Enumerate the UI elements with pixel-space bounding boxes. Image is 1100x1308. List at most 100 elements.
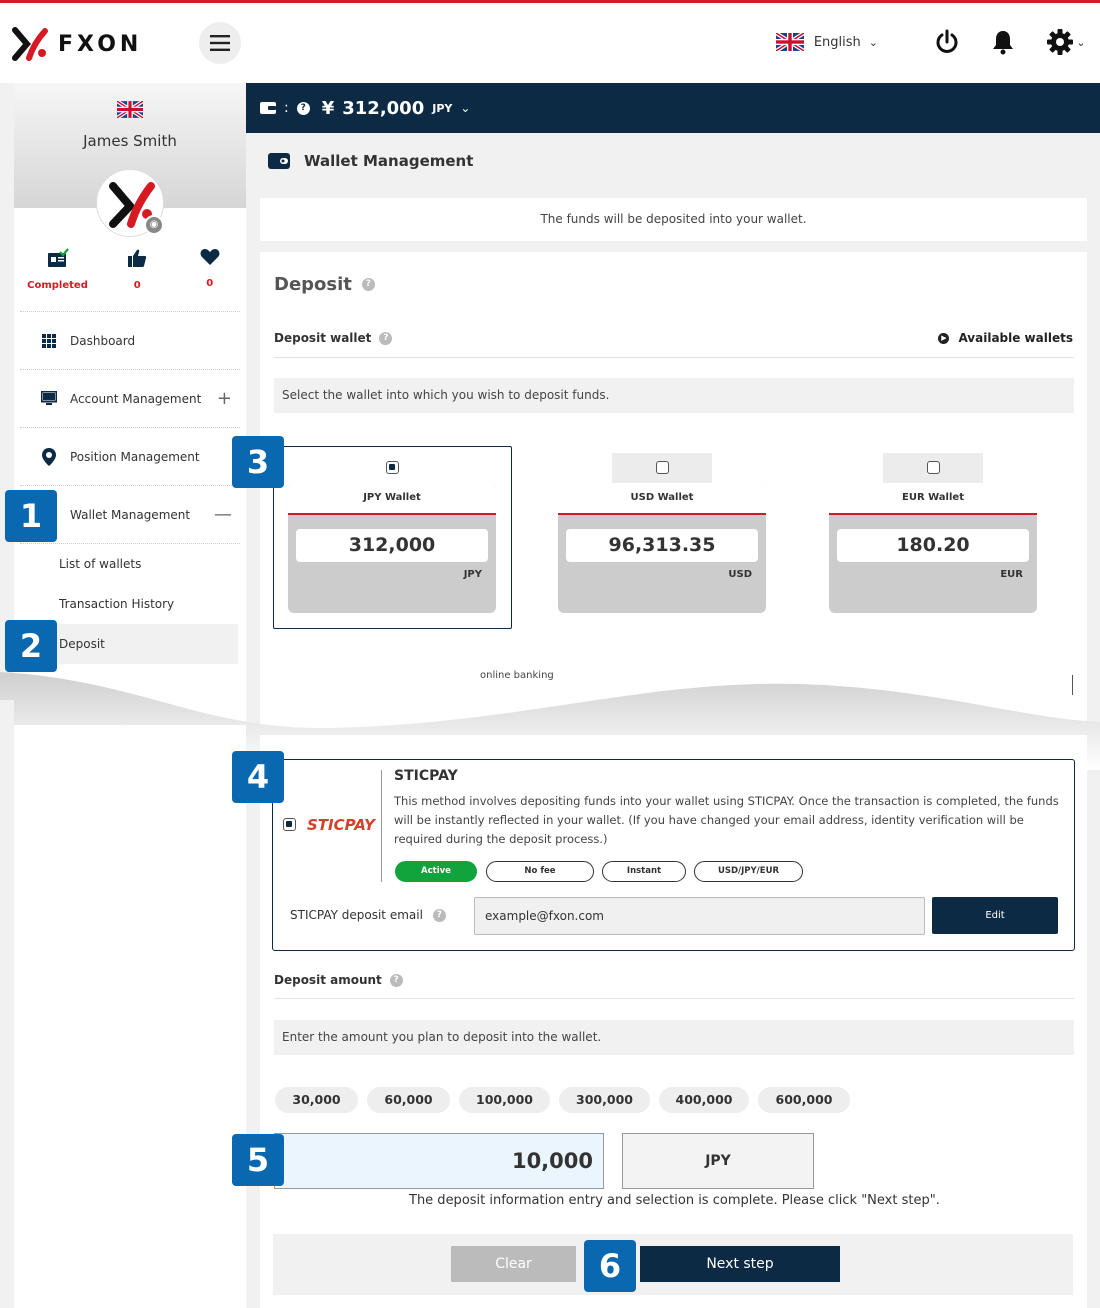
wallet-hint: Select the wallet into which you wish to… [274,378,1074,413]
usd-wallet-radio[interactable] [656,461,669,474]
help-icon[interactable]: ? [361,278,375,291]
heart-icon [200,249,220,265]
next-step-button[interactable]: Next step [640,1246,840,1282]
notifications-button[interactable] [988,27,1018,57]
usd-wallet-card[interactable]: USD Wallet 96,313.35 USD [558,483,766,613]
logo-text: FXON [58,31,143,57]
page-title-text: Wallet Management [304,152,474,170]
sidebar-lower [14,725,246,1308]
sidebar-item-label: Position Management [70,449,200,464]
clear-button[interactable]: Clear [451,1246,576,1282]
page-gutter [0,700,14,1308]
preset-amount-chip[interactable]: 30,000 [275,1087,358,1113]
status-badge: Active [395,861,477,882]
camera-icon[interactable]: ◉ [144,215,164,235]
wallet-balance: 96,313.35 [566,529,758,562]
sidebar-item-list-of-wallets[interactable]: List of wallets [22,544,238,584]
uk-flag-icon [775,33,804,51]
speed-badge: Instant [602,861,686,882]
available-wallets-link[interactable]: ▶ Available wallets [938,331,1073,345]
sidebar-item-account-management[interactable]: Account Management + [20,369,240,427]
chevron-down-icon: ⌄ [460,101,471,115]
help-icon[interactable]: ? [379,331,393,345]
stat-favorites[interactable]: 0 [174,248,247,291]
deposit-wallet-label: Deposit wallet ? [274,331,393,345]
section-label-text: Deposit amount [274,973,382,987]
step-badge-6: 6 [584,1240,636,1292]
stat-likes[interactable]: 0 [101,248,174,291]
stat-label: 0 [206,278,214,289]
wallet-name: EUR Wallet [829,483,1037,515]
wallet-name: JPY Wallet [288,483,496,515]
help-icon[interactable]: ? [432,908,446,922]
sidebar-item-label: Wallet Management [70,507,191,522]
jpy-wallet-radio[interactable] [386,461,399,474]
deposit-notice: The funds will be deposited into your wa… [260,198,1087,241]
location-pin-icon [40,447,58,466]
divider [274,998,1074,999]
sticpay-method-card[interactable]: STICPAY STICPAY This method involves dep… [272,759,1075,951]
settings-button[interactable]: ⌄ [1044,27,1088,57]
email-label: STICPAY deposit email ? [290,908,446,922]
collapse-toggle[interactable]: — [214,504,232,525]
step-badge-1: 1 [5,490,57,542]
page-title: Wallet Management [268,152,473,170]
edit-email-button[interactable]: Edit [932,897,1058,934]
gear-icon [1047,29,1074,55]
sidebar-item-transaction-history[interactable]: Transaction History [22,584,238,624]
top-bar: FXON English ⌄ ⌄ [0,0,1100,83]
stat-label: 0 [133,280,141,291]
id-card-check-icon [47,248,69,267]
fxon-logo[interactable]: FXON [12,27,142,61]
wallet-currency: USD [728,569,752,580]
fxon-logo-mark [12,27,48,61]
sticpay-radio[interactable] [283,818,296,831]
step-badge-5: 5 [232,1134,284,1186]
chevron-down-icon: ⌄ [1076,35,1086,49]
wallet-currency: JPY [463,569,482,580]
deposit-amount-input[interactable]: 10,000 [274,1133,604,1189]
hamburger-icon [210,35,230,51]
section-label-text: Deposit wallet [274,331,372,345]
amount-hint: Enter the amount you plan to deposit int… [274,1020,1074,1055]
step-badge-3: 3 [232,436,284,488]
preset-amount-chip[interactable]: 300,000 [559,1087,650,1113]
stat-label: Completed [27,280,88,291]
method-description: This method involves depositing funds in… [394,794,1059,846]
separator: : [284,100,289,116]
step-badge-4: 4 [232,751,284,803]
completion-message: The deposit information entry and select… [409,1193,940,1208]
deposit-heading: Deposit ? [274,274,375,295]
hamburger-menu-button[interactable] [199,22,241,64]
language-selector[interactable]: English ⌄ [775,33,878,51]
jpy-wallet-card[interactable]: JPY Wallet 312,000 JPY [288,483,496,613]
sticpay-email-field[interactable]: example@fxon.com [474,897,925,935]
wallet-currency: EUR [1000,569,1023,580]
preset-amount-chip[interactable]: 100,000 [459,1087,550,1113]
wallet-balance: 312,000 [296,529,488,562]
wallet-balance-bar[interactable]: : ? ¥ 312,000 JPY ⌄ [246,83,1100,133]
grid-icon [40,333,58,348]
uk-flag-icon [117,101,143,118]
power-button[interactable] [932,27,962,57]
balance-currency: JPY [432,101,453,115]
sidebar-item-position-management[interactable]: Position Management [20,427,240,485]
help-icon[interactable]: ? [389,973,403,987]
expand-toggle[interactable]: + [217,388,232,409]
thumbs-up-icon [128,249,147,267]
divider [274,357,1074,358]
power-icon [936,29,958,53]
available-wallets-text: Available wallets [958,331,1073,345]
balance-amount: 312,000 [342,97,425,119]
language-label: English [813,34,861,50]
sidebar-item-label: Account Management [70,391,202,406]
eur-wallet-card[interactable]: EUR Wallet 180.20 EUR [829,483,1037,613]
preset-amount-chip[interactable]: 600,000 [758,1087,850,1113]
help-icon[interactable]: ? [296,101,310,115]
sidebar-item-dashboard[interactable]: Dashboard [20,311,240,369]
preset-amount-chip[interactable]: 60,000 [367,1087,450,1113]
eur-wallet-radio[interactable] [927,461,940,474]
stat-verification[interactable]: Completed [14,248,101,291]
sidebar-item-label: Dashboard [70,333,136,348]
preset-amount-chip[interactable]: 400,000 [659,1087,749,1113]
